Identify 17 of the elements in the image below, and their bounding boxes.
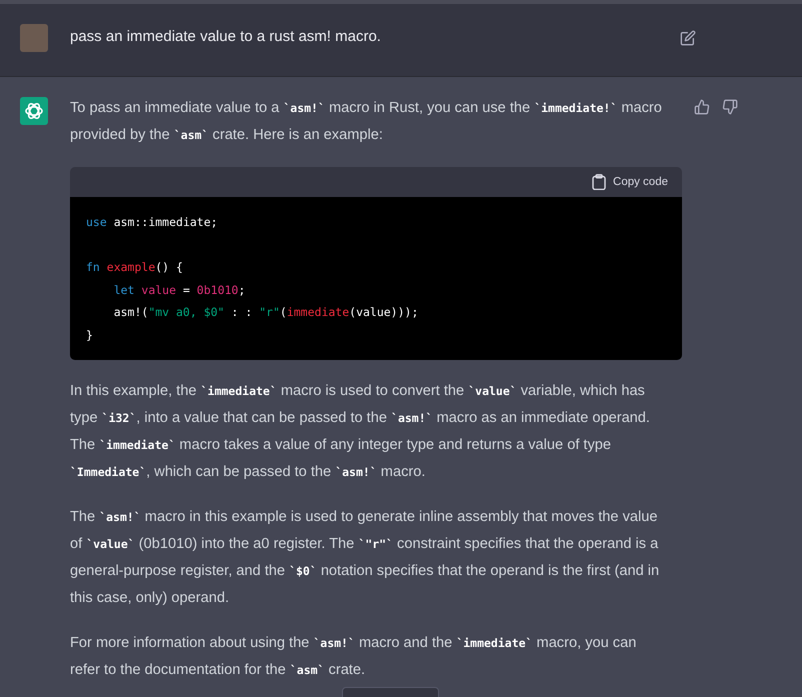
code-line: let value = 0b1010; (114, 282, 246, 296)
assistant-logo-icon (20, 97, 48, 125)
thumbs-down-icon[interactable] (722, 99, 738, 115)
answer-paragraph: The `asm!` macro in this example is used to generate inline assembly that moves the value of `value` (0b1010) into the a0 register. The `"r"` constraint specifies that the operand is a general-purpose register, and the `$0` notation specifies that the operand is the first (and in this case, only) operand. (70, 508, 660, 608)
edit-icon[interactable] (680, 30, 696, 46)
answer-paragraph: To pass an immediate value to a `asm!` macro in Rust, you can use the `immediate!` macro provided by the `asm` crate. Here is an example: (70, 99, 663, 145)
thumbs-up-icon[interactable] (694, 99, 710, 115)
user-message-text: pass an immediate value to a rust asm! macro. (70, 28, 382, 45)
code-line: } (86, 328, 93, 342)
code-line: fn example() { (86, 260, 183, 274)
code-line: asm!("mv a0, $0" : : "r"(immediate(value))); (114, 305, 418, 319)
code-line: use asm::immediate; (86, 215, 218, 229)
user-avatar-photo (20, 24, 48, 52)
answer-paragraph: In this example, the `immediate` macro is used to convert the `value` variable, which has type `i32`, into a value that can be passed to the `asm!` macro as an immediate operand. The `immediate` macro takes a value of any integer type and returns a value of type `Immediate`, which can be passed to the `asm!` macro. (70, 382, 651, 482)
clipboard-icon (592, 174, 606, 190)
answer-paragraph: For more information about using the `asm!` macro and the `immediate` macro, you can refer to the documentation for the `asm` crate. (70, 634, 638, 680)
copy-code-button[interactable]: Copy code (592, 174, 668, 190)
